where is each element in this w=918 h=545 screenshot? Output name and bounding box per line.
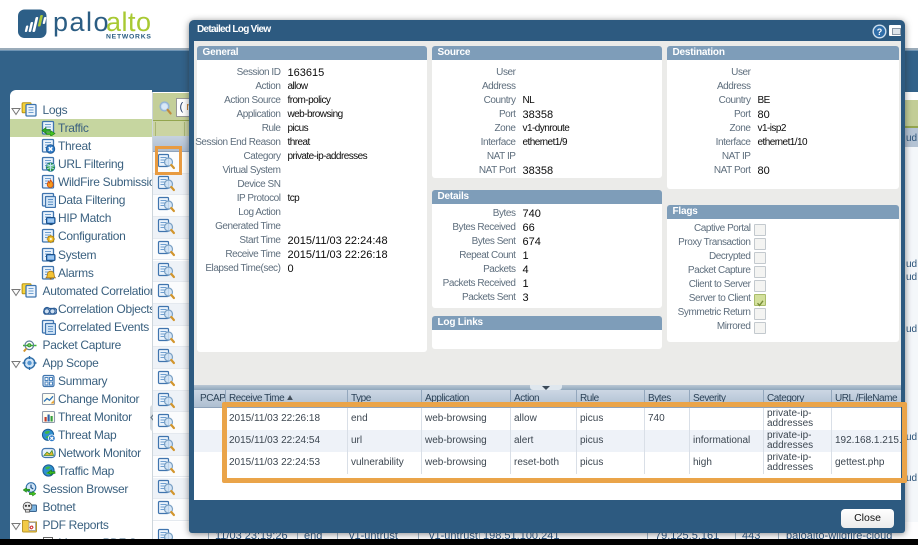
svg-text:palo: palo [53, 8, 110, 37]
svg-text:?: ? [877, 27, 883, 37]
svg-text:NETWORKS: NETWORKS [106, 34, 152, 41]
